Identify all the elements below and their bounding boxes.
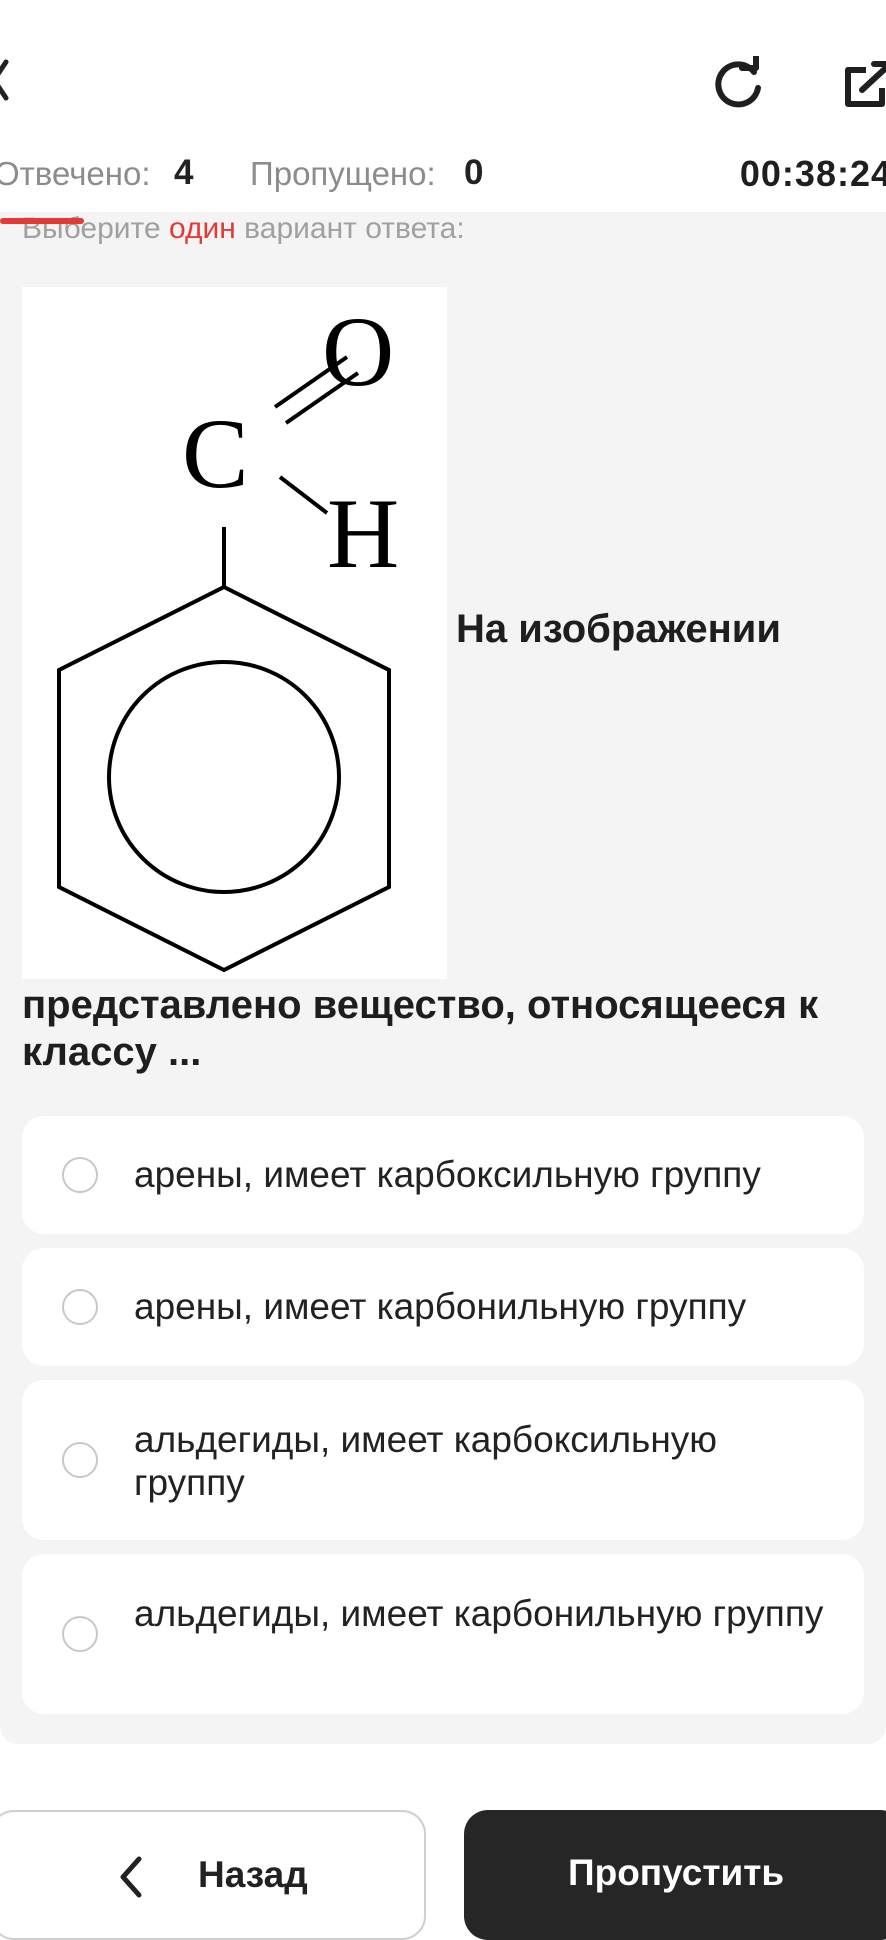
instruction-accent: один: [168, 212, 236, 245]
instruction: Выберите один вариант ответа:: [22, 212, 465, 245]
chevron-left-icon: [120, 1856, 142, 1898]
skipped-count: 0: [464, 153, 484, 192]
timer: 00:38:24: [739, 153, 886, 194]
answered-label: Отвечено:: [0, 155, 151, 192]
reload-icon[interactable]: [712, 56, 766, 110]
radio-button[interactable]: [62, 1442, 98, 1478]
skip-button-label: Пропустить: [568, 1852, 785, 1893]
back-button[interactable]: Назад: [0, 1810, 426, 1940]
benzaldehyde-structure-image: O C H: [22, 287, 447, 979]
answer-option-2[interactable]: арены, имеет карбонильную группу: [22, 1248, 864, 1366]
radio-button[interactable]: [62, 1157, 98, 1193]
answer-option-4[interactable]: альдегиды, имеет карбонильную группу: [22, 1554, 864, 1714]
answer-option-label: альдегиды, имеет карбонильную группу: [134, 1593, 824, 1634]
answer-option-label: арены, имеет карбонильную группу: [134, 1286, 747, 1327]
radio-button[interactable]: [62, 1289, 98, 1325]
question-panel: Выберите один вариант ответа: O C H На и…: [0, 212, 886, 1744]
answer-option-1[interactable]: арены, имеет карбоксильную группу: [22, 1116, 864, 1234]
hydrogen-label: H: [327, 478, 399, 589]
top-bar: [0, 0, 886, 150]
carbon-label: C: [182, 398, 249, 509]
answer-option-3[interactable]: альдегиды, имеет карбоксильную группу: [22, 1380, 864, 1540]
oxygen-label: O: [322, 296, 394, 407]
answered-count: 4: [174, 153, 194, 192]
answer-option-label: альдегиды, имеет карбоксильную группу: [134, 1419, 718, 1503]
external-link-icon[interactable]: [842, 60, 886, 110]
radio-button[interactable]: [62, 1616, 98, 1652]
question-text-inline: На изображении: [456, 607, 781, 651]
skipped-label: Пропущено:: [250, 155, 436, 192]
quiz-stats: Отвечено: 4 Пропущено: 0 00:38:24: [0, 153, 886, 200]
back-button-label: Назад: [198, 1854, 308, 1895]
progress-indicator: [0, 218, 84, 224]
answer-option-label: арены, имеет карбоксильную группу: [134, 1154, 761, 1195]
question-text: представлено вещество, относящееся к кла…: [22, 983, 819, 1074]
skip-button[interactable]: Пропустить: [464, 1810, 886, 1940]
chevron-left-icon[interactable]: [0, 58, 12, 102]
